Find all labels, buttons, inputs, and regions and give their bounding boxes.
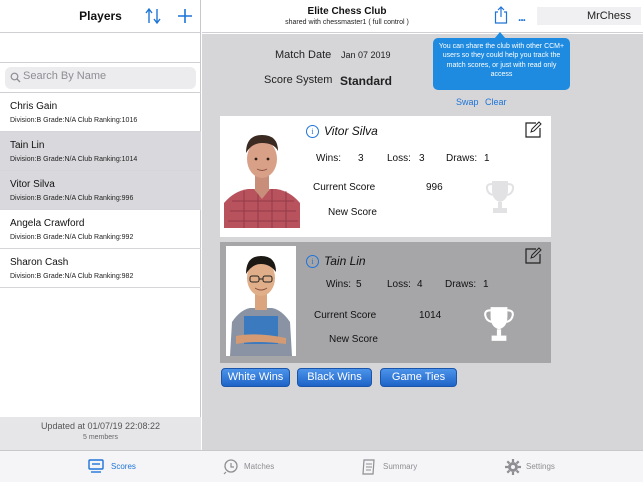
player-row[interactable]: Sharon Cash Division:B Grade:N/A Club Ra… bbox=[0, 249, 201, 288]
wins-value: 3 bbox=[358, 153, 364, 164]
white-player-name: Vitor Silva bbox=[324, 124, 378, 138]
score-system-value[interactable]: Standard bbox=[340, 74, 392, 88]
club-header: Elite Chess Club shared with chessmaster… bbox=[202, 0, 643, 33]
edit-icon[interactable] bbox=[525, 121, 542, 138]
clear-button[interactable]: Clear bbox=[485, 97, 507, 107]
player-info: Division:B Grade:N/A Club Ranking:1014 bbox=[10, 156, 138, 163]
match-date-value[interactable]: Jan 07 2019 bbox=[341, 50, 391, 60]
club-name: Elite Chess Club bbox=[307, 6, 387, 17]
tab-scores[interactable]: Scores bbox=[86, 451, 146, 482]
summary-icon bbox=[362, 459, 375, 475]
white-player-card: i Vitor Silva Wins: 3 Loss: 3 Draws: 1 C… bbox=[220, 116, 551, 237]
tab-label: Settings bbox=[526, 462, 555, 471]
list-footer: Updated at 01/07/19 22:08:22 5 members bbox=[0, 417, 201, 450]
player-info: Division:B Grade:N/A Club Ranking:992 bbox=[10, 234, 134, 241]
share-icon[interactable] bbox=[494, 6, 508, 24]
wins-label: Wins: bbox=[326, 279, 351, 290]
current-score-value: 996 bbox=[426, 182, 443, 193]
scores-icon bbox=[88, 459, 104, 473]
black-player-card: i Tain Lin Wins: 5 Loss: 4 Draws: 1 Curr… bbox=[220, 242, 551, 363]
tab-summary[interactable]: Summary bbox=[361, 451, 421, 482]
draws-value: 1 bbox=[484, 153, 490, 164]
current-score-label: Current Score bbox=[314, 310, 377, 321]
tab-label: Scores bbox=[111, 462, 136, 471]
player-row[interactable]: Angela Crawford Division:B Grade:N/A Clu… bbox=[0, 210, 201, 249]
wins-label: Wins: bbox=[316, 153, 341, 164]
blank-strip bbox=[0, 33, 200, 63]
swap-button[interactable]: Swap bbox=[456, 97, 479, 107]
sort-icon[interactable] bbox=[145, 7, 161, 25]
shared-with-label: shared with chessmaster1 ( full control … bbox=[285, 19, 409, 26]
tab-bar: Scores Matches Summary Settings bbox=[0, 450, 643, 482]
magnifier-icon bbox=[10, 72, 21, 83]
trophy-icon bbox=[484, 307, 514, 341]
match-date-label: Match Date bbox=[275, 49, 332, 61]
info-icon[interactable]: i bbox=[306, 255, 319, 268]
gear-icon bbox=[505, 459, 521, 475]
plus-icon[interactable] bbox=[176, 5, 194, 25]
tab-label: Summary bbox=[383, 462, 418, 471]
search-box[interactable] bbox=[5, 67, 196, 89]
loss-value: 4 bbox=[417, 279, 423, 290]
players-pane: Players Chris Gain Division:B Grade:N/A … bbox=[0, 0, 201, 450]
players-title: Players bbox=[79, 9, 122, 23]
more-button[interactable]: ... bbox=[518, 10, 526, 24]
info-icon[interactable]: i bbox=[306, 125, 319, 138]
black-player-photo bbox=[226, 246, 296, 356]
tab-matches[interactable]: Matches bbox=[223, 451, 283, 482]
new-score-label: New Score bbox=[328, 207, 377, 218]
white-wins-button[interactable]: White Wins bbox=[221, 368, 290, 387]
share-tooltip: You can share the club with other CCM+ u… bbox=[433, 38, 570, 90]
current-score-value: 1014 bbox=[419, 310, 442, 321]
loss-value: 3 bbox=[419, 153, 425, 164]
edit-icon[interactable] bbox=[525, 247, 542, 264]
member-count: 5 members bbox=[82, 434, 118, 441]
player-info: Division:B Grade:N/A Club Ranking:996 bbox=[10, 195, 134, 202]
loss-label: Loss: bbox=[387, 153, 411, 164]
player-name: Sharon Cash bbox=[10, 257, 69, 268]
wins-value: 5 bbox=[356, 279, 362, 290]
player-info: Division:B Grade:N/A Club Ranking:982 bbox=[10, 273, 134, 280]
draws-value: 1 bbox=[483, 279, 489, 290]
player-name: Chris Gain bbox=[10, 101, 58, 112]
player-row[interactable]: Tain Lin Division:B Grade:N/A Club Ranki… bbox=[0, 132, 201, 171]
loss-label: Loss: bbox=[387, 279, 411, 290]
player-name: Tain Lin bbox=[10, 140, 45, 151]
player-list: Chris Gain Division:B Grade:N/A Club Ran… bbox=[0, 92, 201, 288]
game-ties-button[interactable]: Game Ties bbox=[380, 368, 457, 387]
players-header: Players bbox=[0, 0, 200, 33]
current-score-label: Current Score bbox=[313, 182, 376, 193]
player-info: Division:B Grade:N/A Club Ranking:1016 bbox=[10, 117, 138, 124]
player-row[interactable]: Chris Gain Division:B Grade:N/A Club Ran… bbox=[0, 93, 201, 132]
tab-label: Matches bbox=[244, 462, 275, 471]
matches-icon bbox=[223, 459, 238, 475]
player-row[interactable]: Vitor Silva Division:B Grade:N/A Club Ra… bbox=[0, 171, 201, 210]
player-name: Vitor Silva bbox=[10, 179, 55, 190]
draws-label: Draws: bbox=[446, 153, 478, 164]
black-player-name: Tain Lin bbox=[324, 254, 366, 268]
player-name: Angela Crawford bbox=[10, 218, 85, 229]
new-score-label: New Score bbox=[329, 334, 378, 345]
search-input[interactable] bbox=[23, 70, 191, 82]
user-name[interactable]: MrChess bbox=[537, 7, 641, 25]
trophy-icon bbox=[485, 181, 515, 213]
black-wins-button[interactable]: Black Wins bbox=[297, 368, 372, 387]
match-panel: Match Date Jan 07 2019 Score System Stan… bbox=[202, 32, 643, 450]
score-system-label: Score System bbox=[264, 74, 333, 86]
draws-label: Draws: bbox=[445, 279, 477, 290]
updated-timestamp: Updated at 01/07/19 22:08:22 bbox=[40, 421, 161, 431]
tab-settings[interactable]: Settings bbox=[505, 451, 565, 482]
white-player-photo bbox=[224, 121, 300, 228]
